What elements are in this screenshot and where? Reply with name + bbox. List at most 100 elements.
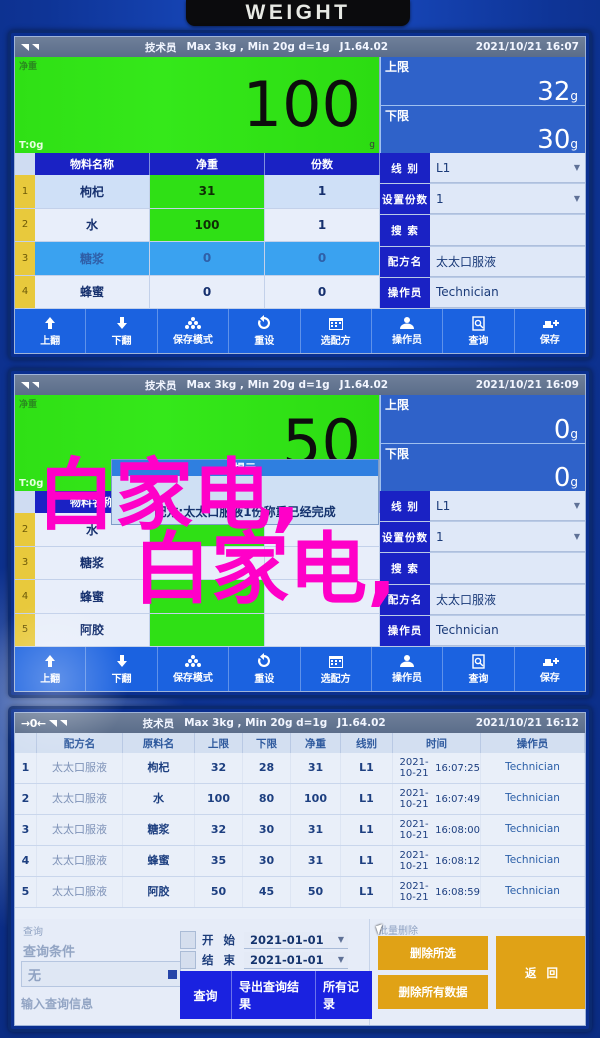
table-row[interactable]: 2 太太口服液 水 100 80 100 L1 2021-10-21 16:07:… bbox=[15, 784, 585, 815]
field-recipe-text: 太太口服液 bbox=[436, 254, 497, 269]
field-portions-value[interactable]: 1 ▼ bbox=[430, 184, 585, 215]
page-down-button[interactable]: 下翻 bbox=[86, 647, 158, 691]
table-row[interactable]: 3 糖浆 bbox=[15, 546, 380, 580]
field-line-value[interactable]: L1 ▼ bbox=[430, 153, 585, 184]
stability-indicator-icon bbox=[21, 43, 29, 51]
field-portions-value[interactable]: 1 ▼ bbox=[430, 522, 585, 553]
cell-operator: Technician bbox=[481, 877, 585, 907]
field-recipe[interactable]: 配方名 太太口服液 bbox=[380, 246, 585, 278]
screen-panel-1: 技术员 Max 3kg , Min 20g d=1g J1.64.02 2021… bbox=[8, 30, 592, 360]
header-net: 净重 bbox=[291, 733, 341, 753]
cell-line: L1 bbox=[341, 815, 393, 845]
save-plus-icon bbox=[542, 658, 559, 666]
query-button[interactable]: 查询 bbox=[443, 309, 515, 353]
dropdown-button-icon[interactable] bbox=[168, 969, 177, 979]
field-operator-value[interactable]: Technician bbox=[430, 277, 585, 309]
cell-lower: 30 bbox=[243, 846, 291, 876]
lower-limit-box: 下限 30g bbox=[380, 105, 585, 155]
table-row[interactable]: 1 枸杞 31 1 bbox=[15, 175, 380, 209]
field-recipe-label: 配方名 bbox=[380, 584, 430, 615]
table-row[interactable]: 4 太太口服液 蜂蜜 35 30 31 L1 2021-10-21 16:08:1… bbox=[15, 846, 585, 877]
end-date-checkbox[interactable] bbox=[180, 951, 196, 969]
all-records-button[interactable]: 所有记录 bbox=[316, 971, 372, 1019]
field-portions-text: 1 bbox=[436, 529, 444, 544]
table-row[interactable]: 3 太太口服液 糖浆 32 30 31 L1 2021-10-21 16:08:0… bbox=[15, 815, 585, 846]
cell-material-name: 枸杞 bbox=[35, 175, 150, 208]
page-down-button[interactable]: 下翻 bbox=[86, 309, 158, 353]
cell-material-name: 阿胶 bbox=[35, 613, 150, 646]
stability-indicator-icon bbox=[21, 381, 29, 389]
delete-selected-button[interactable]: 删除所选 bbox=[378, 936, 488, 970]
table-row[interactable]: 4 蜂蜜 bbox=[15, 580, 380, 614]
field-search[interactable]: 搜 索 bbox=[380, 215, 585, 247]
field-line-label: 线 别 bbox=[380, 153, 430, 184]
upper-limit-unit: g bbox=[570, 88, 578, 103]
field-portions[interactable]: 设置份数 1 ▼ bbox=[380, 522, 585, 554]
table-row[interactable]: 5 太太口服液 阿胶 50 45 50 L1 2021-10-21 16:08:5… bbox=[15, 877, 585, 908]
table-row[interactable]: 3 糖浆 0 0 bbox=[15, 242, 380, 276]
select-recipe-button[interactable]: 选配方 bbox=[300, 309, 372, 353]
field-line-value[interactable]: L1 ▼ bbox=[430, 491, 585, 522]
upper-limit-label: 上限 bbox=[385, 60, 410, 74]
cell-net-weight: 0 bbox=[150, 275, 265, 308]
stack-icon bbox=[184, 317, 201, 329]
query-condition-input[interactable]: 无 bbox=[21, 961, 181, 987]
query-condition-value: 无 bbox=[28, 968, 42, 984]
query-search-button[interactable]: 查询 bbox=[180, 971, 232, 1019]
field-operator[interactable]: 操作员 Technician bbox=[380, 277, 585, 310]
cell-material: 阿胶 bbox=[123, 877, 195, 907]
search-input[interactable] bbox=[430, 553, 585, 584]
limits-panel: 上限 0g 下限 0g bbox=[380, 395, 585, 493]
field-portions[interactable]: 设置份数 1 ▼ bbox=[380, 184, 585, 216]
cell-recipe: 太太口服液 bbox=[37, 877, 123, 907]
cell-lower: 30 bbox=[243, 815, 291, 845]
operator-button[interactable]: 操作员 bbox=[371, 309, 444, 353]
export-results-button[interactable]: 导出查询结果 bbox=[232, 971, 316, 1019]
field-line[interactable]: 线 别 L1 ▼ bbox=[380, 491, 585, 523]
field-operator-value[interactable]: Technician bbox=[430, 615, 585, 647]
query-bar: 查询 查询条件 无 输入查询信息 开 始 2021-01-01 ▼ 结 束 202… bbox=[15, 919, 585, 1025]
table-row[interactable]: 1 太太口服液 枸杞 32 28 31 L1 2021-10-21 16:07:2… bbox=[15, 753, 585, 784]
field-recipe-value[interactable]: 太太口服液 bbox=[430, 246, 585, 277]
save-mode-button[interactable]: 保存模式 bbox=[157, 309, 230, 353]
reset-label: 重设 bbox=[254, 674, 275, 685]
row-index: 2 bbox=[15, 208, 35, 241]
start-date-picker[interactable]: 2021-01-01 ▼ bbox=[244, 931, 349, 949]
query-button[interactable]: 查询 bbox=[443, 647, 515, 691]
upper-limit-label: 上限 bbox=[385, 398, 410, 412]
page-down-label: 下翻 bbox=[111, 674, 132, 685]
select-recipe-label: 选配方 bbox=[320, 335, 351, 347]
lower-limit-box: 下限 0g bbox=[380, 443, 585, 493]
save-mode-button[interactable]: 保存模式 bbox=[157, 647, 230, 691]
field-recipe-value[interactable]: 太太口服液 bbox=[430, 584, 585, 615]
status-datetime: 2021/10/21 16:07 bbox=[475, 41, 579, 53]
cell-material-name: 糖浆 bbox=[35, 242, 150, 275]
back-button[interactable]: 返 回 bbox=[496, 936, 585, 1009]
row-index: 1 bbox=[15, 175, 35, 208]
field-line-label: 线 别 bbox=[380, 491, 430, 522]
field-line[interactable]: 线 别 L1 ▼ bbox=[380, 153, 585, 185]
field-search[interactable]: 搜 索 bbox=[380, 553, 585, 585]
select-recipe-button[interactable]: 选配方 bbox=[300, 647, 372, 691]
save-mode-label: 保存模式 bbox=[172, 673, 213, 684]
operator-label: 操作员 bbox=[392, 673, 423, 684]
start-date-checkbox[interactable] bbox=[180, 931, 196, 949]
table-row[interactable]: 4 蜂蜜 0 0 bbox=[15, 275, 380, 309]
operator-button[interactable]: 操作员 bbox=[371, 647, 444, 691]
field-recipe[interactable]: 配方名 太太口服液 bbox=[380, 584, 585, 616]
page-up-button[interactable]: 上翻 bbox=[15, 309, 87, 353]
calendar-icon bbox=[328, 317, 343, 330]
end-date-picker[interactable]: 2021-01-01 ▼ bbox=[244, 951, 349, 969]
search-input[interactable] bbox=[430, 215, 585, 246]
query-label: 查询 bbox=[468, 335, 489, 347]
table-row[interactable]: 5 阿胶 bbox=[15, 613, 380, 647]
reset-button[interactable]: 重设 bbox=[229, 647, 301, 691]
save-button[interactable]: 保存 bbox=[514, 647, 585, 691]
page-up-button[interactable]: 上翻 bbox=[15, 647, 87, 691]
delete-all-button[interactable]: 删除所有数据 bbox=[378, 975, 488, 1009]
save-button[interactable]: 保存 bbox=[514, 309, 585, 353]
field-operator[interactable]: 操作员 Technician bbox=[380, 615, 585, 648]
reset-button[interactable]: 重设 bbox=[229, 309, 301, 353]
tare-label: T:0g bbox=[19, 140, 44, 151]
table-row[interactable]: 2 水 100 1 bbox=[15, 208, 380, 242]
